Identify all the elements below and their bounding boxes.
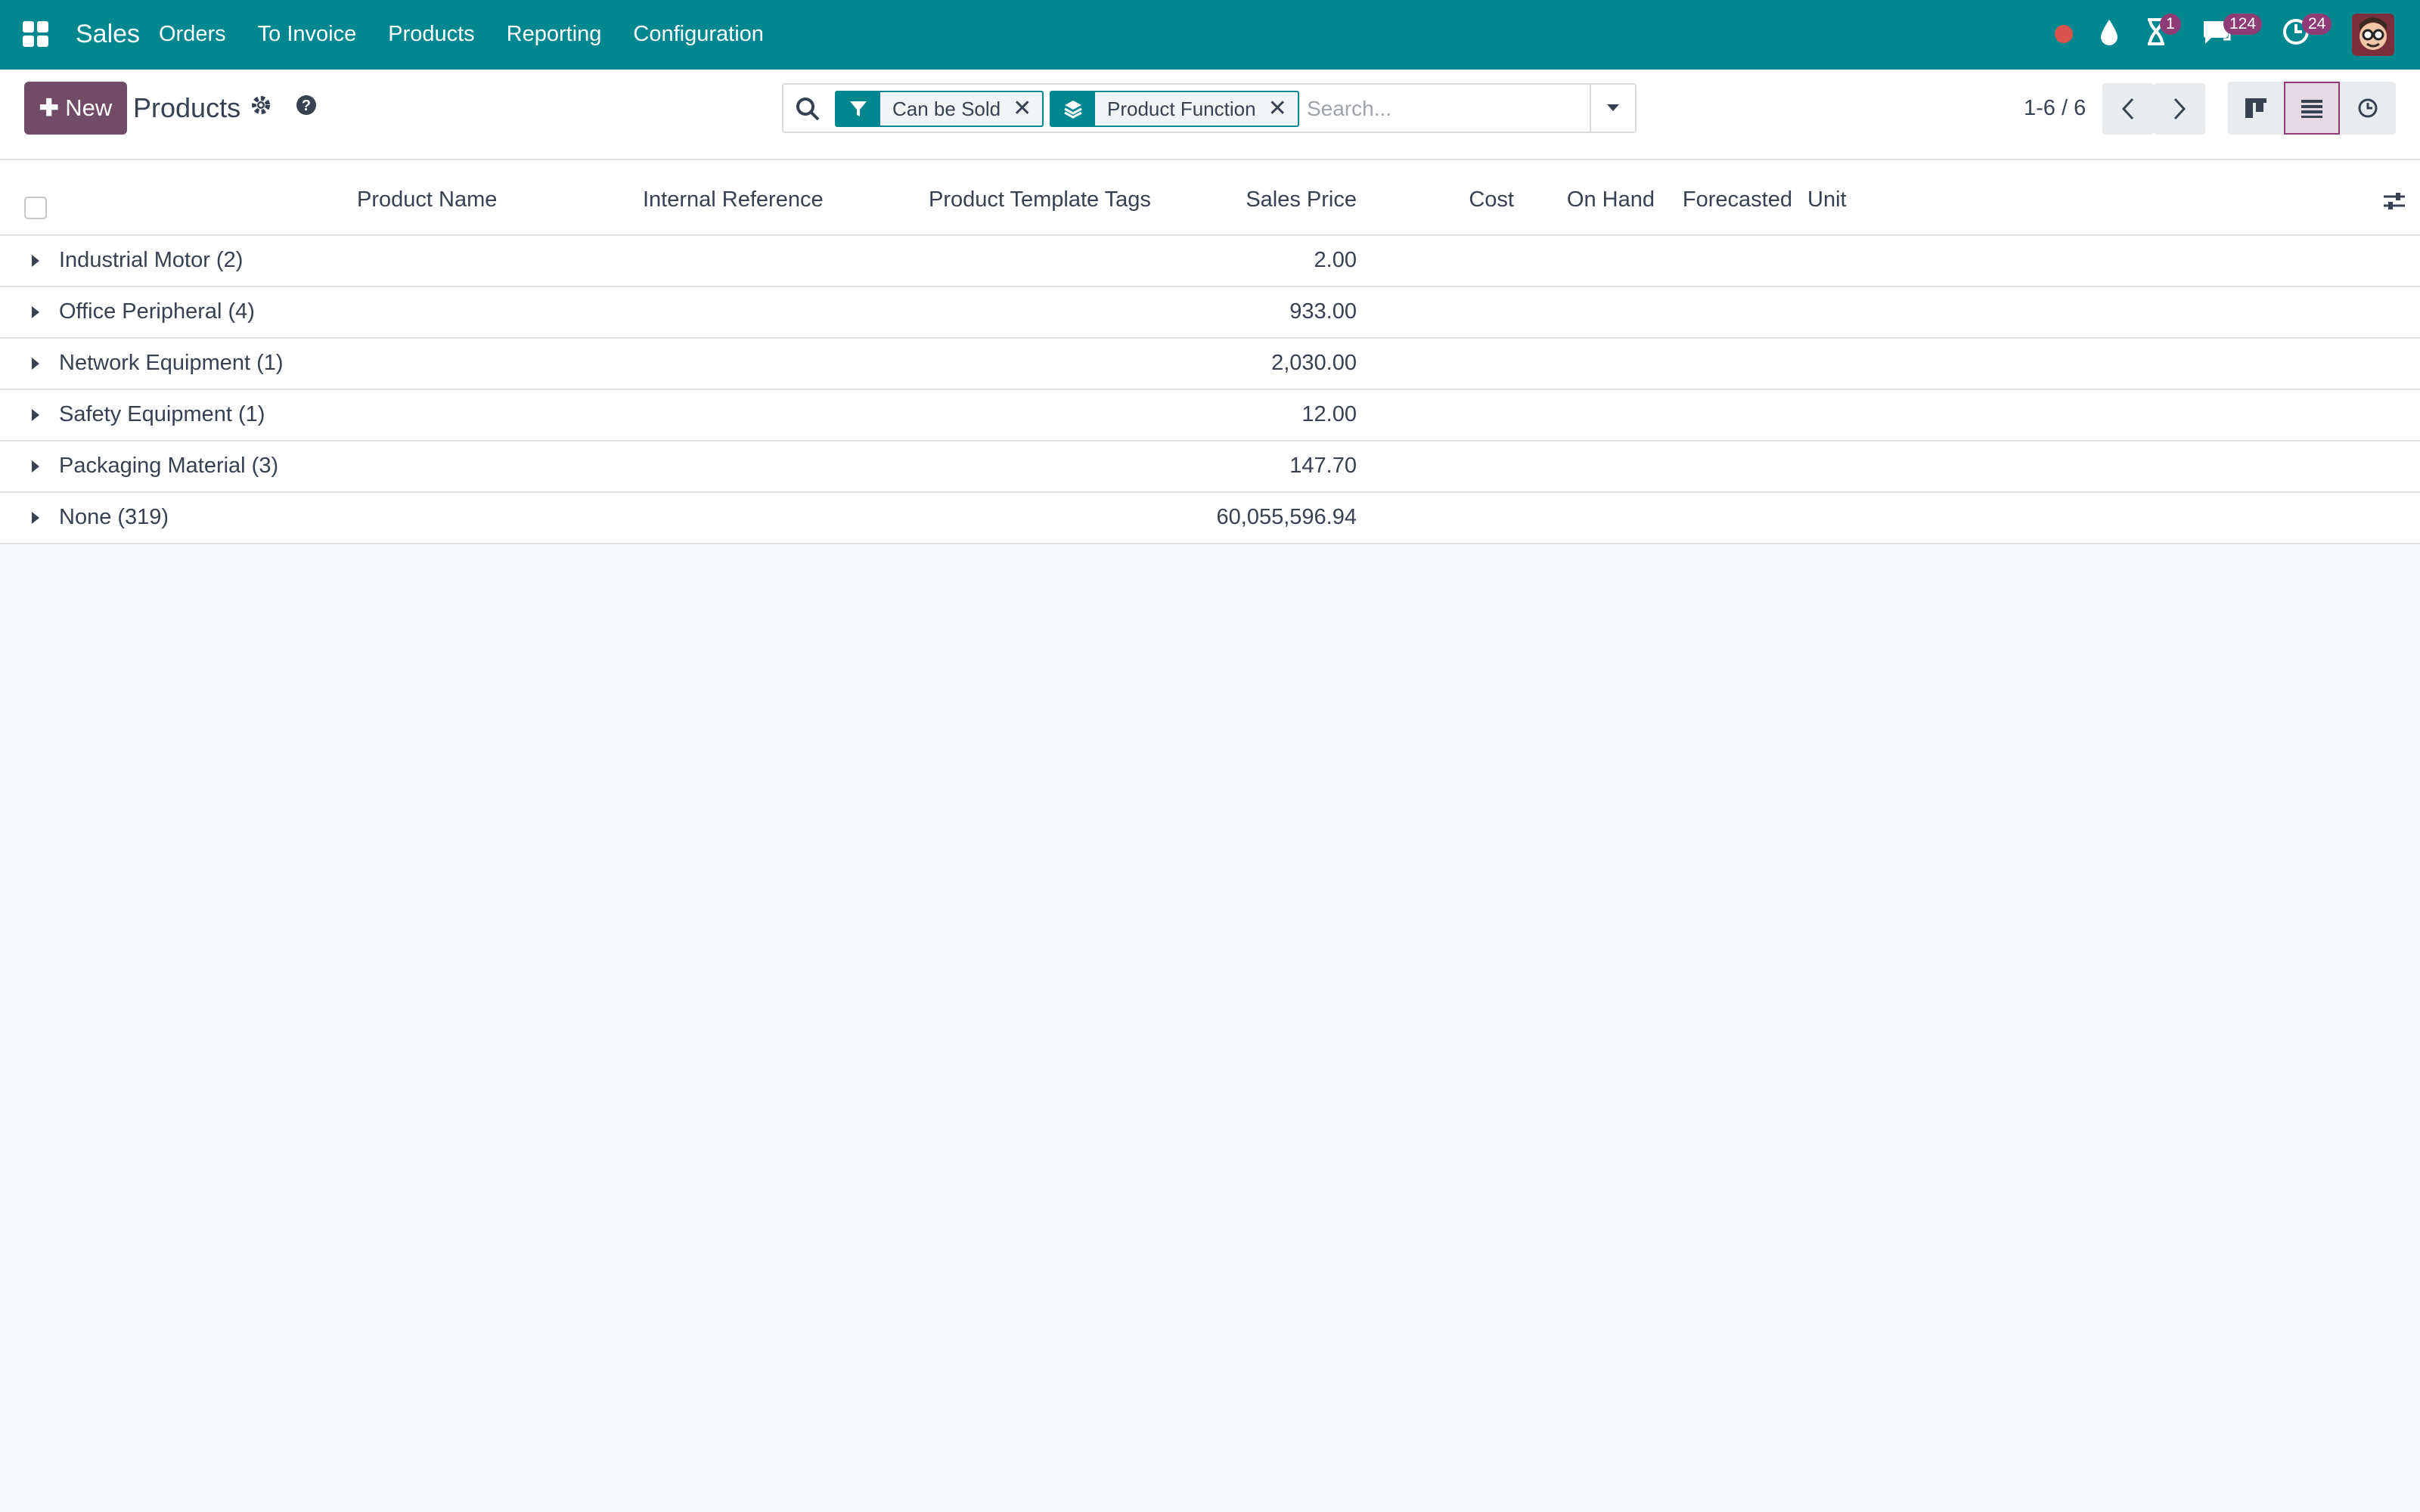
menu-item-orders[interactable]: Orders [159, 17, 226, 51]
top-navbar: Sales Orders To Invoice Products Reporti… [0, 0, 2420, 70]
group-label: Office Peripheral (4) [59, 299, 255, 324]
filter-icon [836, 92, 880, 125]
updates-badge: 24 [2302, 14, 2332, 35]
caret-right-icon [32, 409, 39, 421]
kanban-view-button[interactable] [2228, 82, 2284, 135]
column-on-hand[interactable]: On Hand [1567, 184, 1655, 215]
product-list: Product Name Internal Reference Product … [0, 160, 2420, 544]
close-icon[interactable]: ✕ [1268, 92, 1298, 125]
main-menu: Orders To Invoice Products Reporting Con… [159, 17, 796, 51]
apps-menu-icon[interactable] [23, 21, 48, 47]
optional-columns-icon[interactable] [2382, 191, 2406, 215]
group-sales-price: 147.70 [1289, 454, 1357, 478]
chevron-right-icon [2173, 98, 2186, 120]
menu-item-reporting[interactable]: Reporting [507, 17, 602, 51]
list-header: Product Name Internal Reference Product … [0, 160, 2420, 236]
pager-value[interactable]: 1-6 / 6 [2024, 92, 2086, 124]
caret-right-icon [32, 512, 39, 524]
help-icon[interactable]: ? [295, 94, 318, 120]
column-internal-reference[interactable]: Internal Reference [643, 184, 824, 215]
select-all-checkbox[interactable] [24, 197, 47, 219]
list-icon [2301, 100, 2322, 118]
column-cost[interactable]: Cost [1469, 184, 1514, 215]
group-row[interactable]: None (319) 60,055,596.94 [0, 493, 2420, 544]
layers-icon [1051, 92, 1095, 125]
group-label: Packaging Material (3) [59, 454, 279, 478]
caret-right-icon [32, 255, 39, 267]
column-product-name[interactable]: Product Name [357, 184, 497, 215]
group-row[interactable]: Safety Equipment (1) 12.00 [0, 390, 2420, 442]
group-row[interactable]: Industrial Motor (2) 2.00 [0, 236, 2420, 287]
activity-hourglass-icon[interactable]: 1 [2145, 14, 2205, 53]
activity-badge: 1 [2160, 14, 2181, 35]
group-sales-price: 12.00 [1302, 402, 1357, 426]
group-row[interactable]: Network Equipment (1) 2,030.00 [0, 339, 2420, 390]
droplet-icon[interactable] [2099, 18, 2119, 54]
caret-down-icon [1607, 104, 1619, 111]
new-button-label: New [65, 94, 113, 121]
kanban-icon [2245, 98, 2266, 118]
pager-previous-button[interactable] [2102, 83, 2154, 135]
facet-label: Product Function [1107, 98, 1256, 120]
group-label: None (319) [59, 505, 169, 529]
group-row[interactable]: Packaging Material (3) 147.70 [0, 442, 2420, 493]
page-title: Products [133, 92, 241, 123]
search-input[interactable] [1305, 89, 1596, 129]
search-icon[interactable] [794, 95, 821, 126]
group-sales-price: 60,055,596.94 [1216, 505, 1357, 529]
column-forecasted[interactable]: Forecasted [1683, 184, 1792, 215]
group-label: Industrial Motor (2) [59, 248, 244, 272]
pager-next-button[interactable] [2154, 83, 2205, 135]
caret-right-icon [32, 460, 39, 472]
menu-item-to-invoice[interactable]: To Invoice [258, 17, 357, 51]
list-view-button[interactable] [2284, 82, 2340, 135]
group-row[interactable]: Office Peripheral (4) 933.00 [0, 287, 2420, 339]
group-sales-price: 933.00 [1289, 299, 1357, 324]
caret-right-icon [32, 306, 39, 318]
group-sales-price: 2,030.00 [1271, 351, 1357, 375]
facet-label: Can be Sold [892, 98, 1001, 120]
user-avatar[interactable] [2352, 14, 2394, 56]
column-sales-price[interactable]: Sales Price [1246, 184, 1357, 215]
column-product-template-tags[interactable]: Product Template Tags [929, 184, 1151, 215]
gear-icon[interactable] [250, 94, 272, 120]
app-brand[interactable]: Sales [76, 17, 140, 51]
messages-chat-icon[interactable]: 124 [2201, 14, 2269, 54]
group-label: Network Equipment (1) [59, 351, 284, 375]
facet-product-function[interactable]: Product Function ✕ [1050, 91, 1299, 127]
svg-text:?: ? [302, 98, 311, 114]
updates-clock-icon[interactable]: 24 [2281, 14, 2341, 53]
chevron-left-icon [2121, 98, 2134, 120]
column-unit[interactable]: Unit [1807, 184, 1847, 215]
messages-badge: 124 [2223, 14, 2263, 35]
activity-view-button[interactable] [2340, 82, 2396, 135]
group-sales-price: 2.00 [1314, 248, 1357, 272]
plus-icon: ✚ [39, 94, 66, 121]
facet-can-be-sold[interactable]: Can be Sold ✕ [835, 91, 1044, 127]
control-panel: ✚ New Products ? Can be Sold ✕ Product F… [0, 70, 2420, 160]
caret-right-icon [32, 358, 39, 370]
recording-dot-icon[interactable] [2052, 23, 2075, 59]
menu-item-products[interactable]: Products [388, 17, 474, 51]
clock-icon [2358, 98, 2378, 118]
search-bar: Can be Sold ✕ Product Function ✕ [782, 83, 1637, 133]
menu-item-configuration[interactable]: Configuration [633, 17, 764, 51]
new-button[interactable]: ✚ New [24, 82, 127, 135]
group-label: Safety Equipment (1) [59, 402, 265, 426]
search-options-toggle[interactable] [1590, 85, 1635, 132]
close-icon[interactable]: ✕ [1013, 92, 1042, 125]
